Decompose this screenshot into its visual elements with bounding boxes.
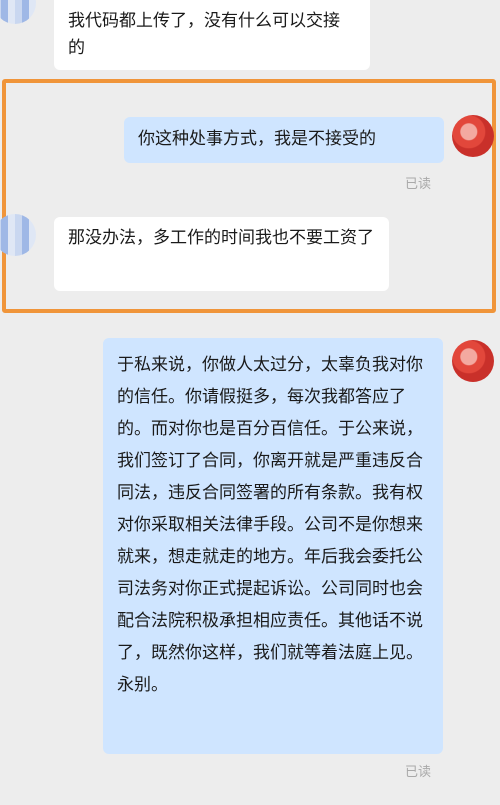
message-text: 我代码都上传了，没有什么可以交接的 — [68, 11, 340, 58]
message-bubble-outgoing[interactable]: 于私来说，你做人太过分，太辜负我对你的信任。你请假挺多，每次我都答应了的。而对你… — [103, 338, 443, 754]
message-bubble-incoming[interactable]: 那没办法，多工作的时间我也不要工资了 — [54, 217, 389, 291]
read-status: 已读 — [405, 765, 432, 780]
user-avatar[interactable] — [452, 115, 494, 157]
message-text: 你这种处事方式，我是不接受的 — [138, 129, 376, 149]
read-status: 已读 — [405, 177, 432, 192]
message-bubble-outgoing[interactable]: 你这种处事方式，我是不接受的 — [124, 117, 444, 163]
contact-avatar[interactable] — [0, 0, 36, 24]
message-text: 于私来说，你做人太过分，太辜负我对你的信任。你请假挺多，每次我都答应了的。而对你… — [117, 355, 423, 695]
message-bubble-incoming[interactable]: 我代码都上传了，没有什么可以交接的 — [54, 0, 370, 70]
user-avatar[interactable] — [452, 340, 494, 382]
message-text: 那没办法，多工作的时间我也不要工资了 — [68, 228, 374, 248]
